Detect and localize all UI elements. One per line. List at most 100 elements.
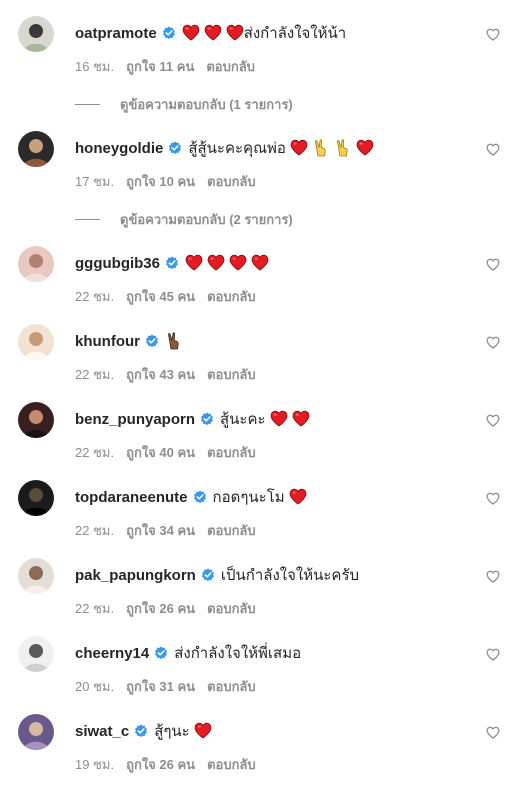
- reply-button[interactable]: ตอบกลับ: [207, 679, 256, 694]
- reply-button[interactable]: ตอบกลับ: [207, 523, 256, 538]
- comment-text: กอดๆนะโม: [212, 488, 285, 506]
- view-replies-link[interactable]: ดูข้อความตอบกลับ (1 รายการ): [75, 94, 293, 115]
- comment-likes-count[interactable]: ถูกใจ 26 คน: [126, 757, 195, 772]
- comment-text: สู้ๆนะ: [154, 722, 190, 740]
- verified-badge-icon: [162, 26, 176, 40]
- verified-badge-icon: [193, 490, 207, 504]
- comment-likes-count[interactable]: ถูกใจ 40 คน: [126, 445, 195, 460]
- like-heart-icon[interactable]: [486, 570, 500, 583]
- avatar[interactable]: [18, 246, 54, 282]
- comment-text: เป็นกำลังใจให้นะครับ: [220, 566, 360, 584]
- avatar[interactable]: [18, 636, 54, 672]
- comment-username[interactable]: oatpramote: [75, 25, 157, 42]
- comment-text: ส่งกำลังใจให้พี่เสมอ: [174, 644, 302, 662]
- comment-meta: 22 ชม. ถูกใจ 26 คน ตอบกลับ: [75, 598, 268, 619]
- comment-likes-count[interactable]: ถูกใจ 11 คน: [126, 59, 194, 74]
- verified-badge-icon: [154, 646, 168, 660]
- comment-text: ส่งกำลังใจให้น้า: [243, 24, 347, 42]
- comment-time: 20 ชม.: [75, 679, 115, 694]
- victory-hand-emoji-icon: [334, 139, 352, 157]
- avatar[interactable]: [18, 480, 54, 516]
- reply-button[interactable]: ตอบกลับ: [206, 59, 255, 74]
- avatar[interactable]: [18, 131, 54, 167]
- view-replies-label: ดูข้อความตอบกลับ (1 รายการ): [120, 97, 293, 112]
- comment-line: khunfour: [75, 330, 183, 352]
- avatar[interactable]: [18, 558, 54, 594]
- emoji-group: [182, 24, 244, 42]
- red-heart-emoji-icon: [290, 139, 308, 157]
- comment-username[interactable]: khunfour: [75, 333, 140, 350]
- like-heart-icon[interactable]: [486, 648, 500, 661]
- comment-line: topdaraneenute กอดๆนะโม: [75, 486, 307, 508]
- emoji-group: [290, 139, 374, 157]
- red-heart-emoji-icon: [251, 254, 269, 272]
- like-heart-icon[interactable]: [486, 414, 500, 427]
- comment-time: 22 ชม.: [75, 523, 115, 538]
- avatar[interactable]: [18, 16, 54, 52]
- comment-meta: 17 ชม. ถูกใจ 10 คน ตอบกลับ: [75, 171, 268, 192]
- red-heart-emoji-icon: [185, 254, 203, 272]
- emoji-group: [194, 722, 212, 740]
- comment-username[interactable]: siwat_c: [75, 723, 129, 740]
- like-heart-icon[interactable]: [486, 726, 500, 739]
- reply-button[interactable]: ตอบกลับ: [207, 757, 256, 772]
- comment-username[interactable]: gggubgib36: [75, 255, 160, 272]
- red-heart-emoji-icon: [226, 24, 244, 42]
- comment-line: oatpramote ส่งกำลังใจให้น้า: [75, 22, 346, 44]
- reply-button[interactable]: ตอบกลับ: [207, 174, 256, 189]
- like-heart-icon[interactable]: [486, 143, 500, 156]
- comment-username[interactable]: cheerny14: [75, 645, 149, 662]
- red-heart-emoji-icon: [356, 139, 374, 157]
- comment-meta: 22 ชม. ถูกใจ 34 คน ตอบกลับ: [75, 520, 268, 541]
- red-heart-emoji-icon: [194, 722, 212, 740]
- comment-line: benz_punyaporn สู้นะคะ: [75, 408, 310, 430]
- verified-badge-icon: [134, 724, 148, 738]
- comment-text: สู้นะคะ: [220, 410, 266, 428]
- comment-text: สู้สู้นะคะคุณพ่อ: [188, 139, 286, 157]
- comment-time: 22 ชม.: [75, 601, 115, 616]
- verified-badge-icon: [165, 256, 179, 270]
- comment-likes-count[interactable]: ถูกใจ 34 คน: [126, 523, 195, 538]
- reply-button[interactable]: ตอบกลับ: [207, 367, 256, 382]
- view-replies-link[interactable]: ดูข้อความตอบกลับ (2 รายการ): [75, 209, 293, 230]
- avatar[interactable]: [18, 714, 54, 750]
- comment-line: pak_papungkorn เป็นกำลังใจให้นะครับ: [75, 564, 359, 586]
- verified-badge-icon: [168, 141, 182, 155]
- comment-likes-count[interactable]: ถูกใจ 10 คน: [126, 174, 195, 189]
- red-heart-emoji-icon: [207, 254, 225, 272]
- emoji-group: [289, 488, 307, 506]
- comment-time: 16 ชม.: [75, 59, 115, 74]
- comment-likes-count[interactable]: ถูกใจ 45 คน: [126, 289, 195, 304]
- comment-meta: 19 ชม. ถูกใจ 26 คน ตอบกลับ: [75, 754, 268, 775]
- comment-username[interactable]: honeygoldie: [75, 140, 163, 157]
- view-replies-label: ดูข้อความตอบกลับ (2 รายการ): [120, 212, 293, 227]
- reply-button[interactable]: ตอบกลับ: [207, 601, 256, 616]
- red-heart-emoji-icon: [289, 488, 307, 506]
- red-heart-emoji-icon: [270, 410, 288, 428]
- comment-username[interactable]: pak_papungkorn: [75, 567, 196, 584]
- comment-username[interactable]: topdaraneenute: [75, 489, 188, 506]
- comment-line: honeygoldie สู้สู้นะคะคุณพ่อ: [75, 137, 374, 159]
- verified-badge-icon: [200, 412, 214, 426]
- comment-time: 22 ชม.: [75, 367, 115, 382]
- reply-button[interactable]: ตอบกลับ: [207, 445, 256, 460]
- like-heart-icon[interactable]: [486, 258, 500, 271]
- comment-meta: 22 ชม. ถูกใจ 43 คน ตอบกลับ: [75, 364, 268, 385]
- avatar[interactable]: [18, 402, 54, 438]
- comment-line: gggubgib36: [75, 252, 269, 274]
- avatar[interactable]: [18, 324, 54, 360]
- emoji-group: [270, 410, 310, 428]
- comment-meta: 16 ชม. ถูกใจ 11 คน ตอบกลับ: [75, 56, 267, 77]
- like-heart-icon[interactable]: [486, 492, 500, 505]
- reply-button[interactable]: ตอบกลับ: [207, 289, 256, 304]
- comment-time: 19 ชม.: [75, 757, 115, 772]
- verified-badge-icon: [145, 334, 159, 348]
- comment-likes-count[interactable]: ถูกใจ 31 คน: [126, 679, 195, 694]
- like-heart-icon[interactable]: [486, 28, 500, 41]
- comment-likes-count[interactable]: ถูกใจ 26 คน: [126, 601, 195, 616]
- like-heart-icon[interactable]: [486, 336, 500, 349]
- comment-username[interactable]: benz_punyaporn: [75, 411, 195, 428]
- red-heart-emoji-icon: [182, 24, 200, 42]
- comment-likes-count[interactable]: ถูกใจ 43 คน: [126, 367, 195, 382]
- comment-meta: 20 ชม. ถูกใจ 31 คน ตอบกลับ: [75, 676, 268, 697]
